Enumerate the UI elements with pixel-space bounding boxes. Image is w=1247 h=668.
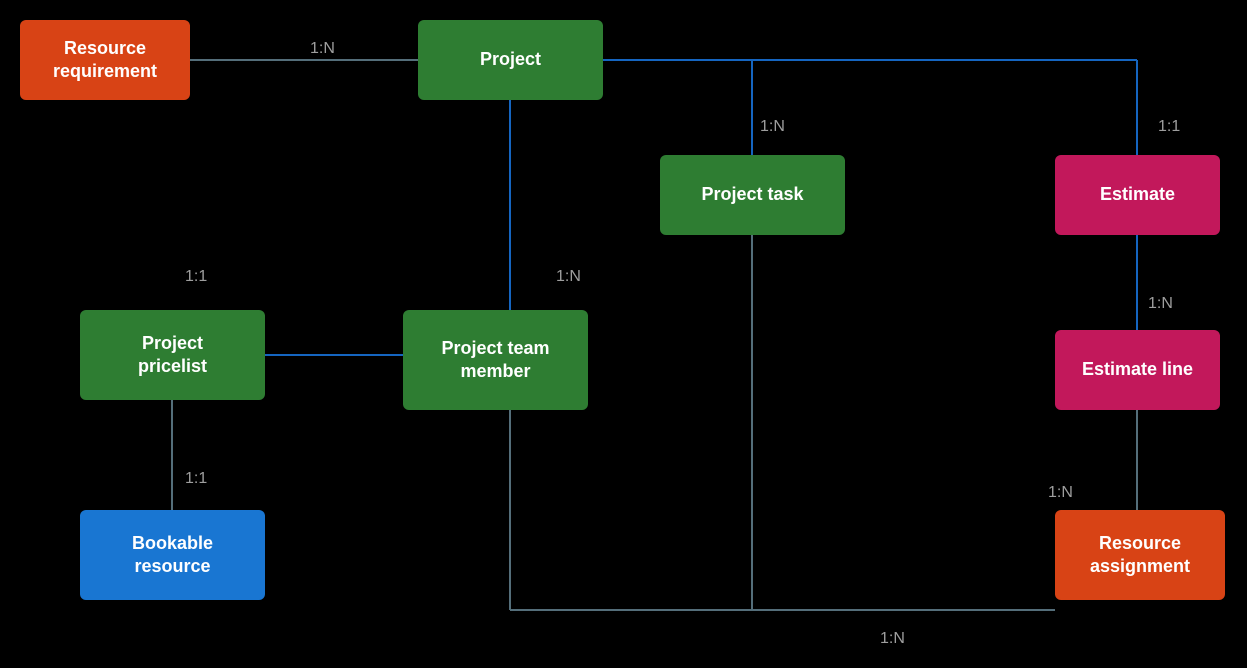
estimate-node: Estimate <box>1055 155 1220 235</box>
estimate-line-node: Estimate line <box>1055 330 1220 410</box>
rel-pricelist-to-bookable: 1:1 <box>185 470 207 488</box>
rel-task-to-ra: 1:N <box>880 630 905 648</box>
resource-assignment-node: Resource assignment <box>1055 510 1225 600</box>
project-node: Project <box>418 20 603 100</box>
resource-requirement-node: Resource requirement <box>20 20 190 100</box>
rel-est-to-estline: 1:N <box>1148 295 1173 313</box>
project-task-node: Project task <box>660 155 845 235</box>
project-team-member-node: Project team member <box>403 310 588 410</box>
rel-proj-to-team: 1:N <box>556 268 581 286</box>
rel-proj-to-pricelist: 1:1 <box>185 268 207 286</box>
rel-team-to-ra: 1:N <box>1048 484 1073 502</box>
rel-proj-to-est: 1:1 <box>1158 118 1180 136</box>
rel-rr-to-proj: 1:N <box>310 40 335 58</box>
bookable-resource-node: Bookable resource <box>80 510 265 600</box>
rel-proj-to-task: 1:N <box>760 118 785 136</box>
project-pricelist-node: Project pricelist <box>80 310 265 400</box>
diagram-container: Resource requirement Project Project tas… <box>0 0 1247 668</box>
